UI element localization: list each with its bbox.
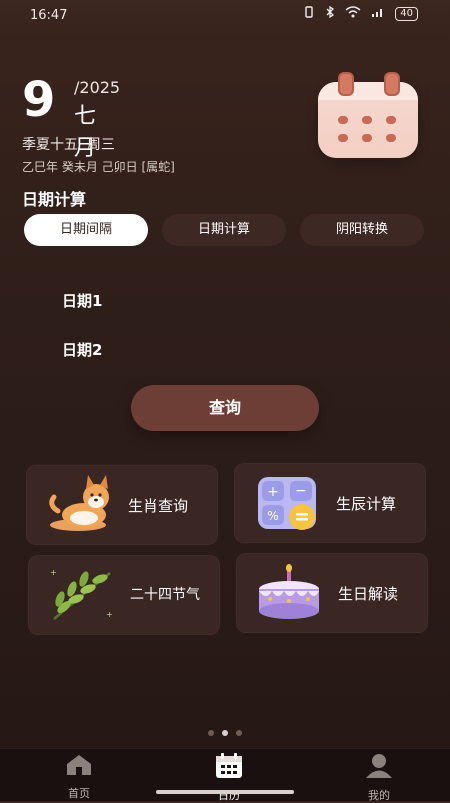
date1-field[interactable]: 日期1 [62,290,102,311]
status-bar: 16:47 40 [0,0,450,30]
nav-home[interactable]: 首页 [34,753,124,801]
nav-calendar[interactable]: 日历 [184,753,274,803]
tab-date-calc[interactable]: 日期计算 [162,214,286,246]
card-label: 生日解读 [338,584,399,603]
day-number: 9 [22,72,56,128]
svg-text:%: % [267,509,278,523]
card-zodiac-query[interactable]: 生肖查询 [26,465,218,545]
card-label: 生辰计算 [336,494,397,513]
tab-date-interval[interactable]: 日期间隔 [24,214,148,246]
page-dot[interactable] [208,730,214,736]
wifi-icon [345,6,361,21]
birthday-cake-icon [254,563,324,623]
home-indicator[interactable] [156,790,294,794]
svg-text:+: + [106,610,113,619]
card-label: 生肖查询 [128,496,189,515]
corgi-dog-icon [44,475,114,535]
nav-home-label: 首页 [68,787,90,800]
battery-indicator: 40 [395,6,418,21]
page-dot-active[interactable] [222,730,228,736]
calendar-illustration-icon [318,70,422,162]
home-icon [64,755,94,781]
ganzhi-line: 乙巳年 癸未月 己卯日 [属蛇] [22,160,175,174]
card-label: 二十四节气 [130,587,200,603]
card-birth-calc[interactable]: + − % 生辰计算 [234,463,426,543]
year-label: /2025 [74,78,121,97]
user-icon [364,754,394,783]
calculator-icon: + − % [252,473,322,533]
nav-profile[interactable]: 我的 [334,753,424,803]
svg-text:+: + [50,568,57,577]
signal-icon [371,6,385,21]
bluetooth-icon [325,5,335,21]
date2-field[interactable]: 日期2 [62,339,102,360]
page-dot[interactable] [236,730,242,736]
card-birthday-reading[interactable]: 生日解读 [236,553,428,633]
page-indicator [208,730,242,736]
leaf-branch-icon: + + [46,565,116,625]
nav-profile-label: 我的 [368,789,390,802]
vibrate-icon [303,6,315,21]
status-time: 16:47 [30,8,68,23]
tab-lunar-solar-convert[interactable]: 阴阳转换 [300,214,424,246]
card-solar-terms[interactable]: + + 二十四节气 [28,555,220,635]
lunar-weekday-line: 季夏十五 周三 [22,134,115,154]
lunar-date: 季夏十五 [22,137,78,153]
calendar-icon [214,753,244,783]
calc-mode-tabs: 日期间隔 日期计算 阴阳转换 [24,214,424,248]
weekday: 周三 [86,137,115,153]
status-icons: 40 [303,5,418,21]
section-title: 日期计算 [22,190,87,209]
query-button[interactable]: 查询 [131,385,319,431]
svg-text:+: + [267,484,279,500]
svg-text:−: − [295,483,307,499]
